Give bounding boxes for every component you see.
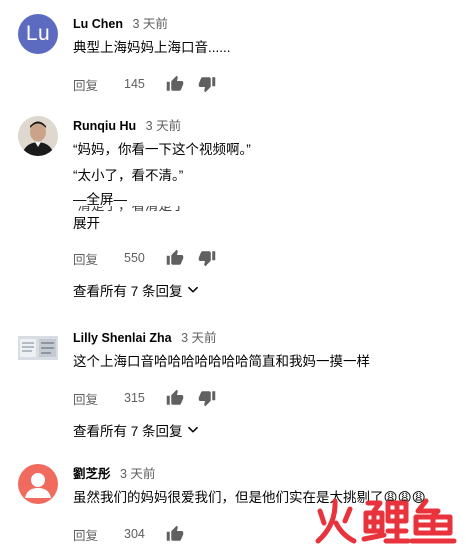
thumbs-up-icon[interactable] <box>166 525 184 543</box>
thumbs-down-icon[interactable] <box>198 75 216 93</box>
comment-time[interactable]: 3 天前 <box>146 119 181 133</box>
thumbs-up-icon[interactable] <box>166 249 184 267</box>
default-user-icon <box>25 473 51 498</box>
comment-time[interactable]: 3 天前 <box>181 331 216 345</box>
thumbs-down-icon[interactable] <box>198 389 216 407</box>
view-replies-label: 查看所有 7 条回复 <box>73 284 183 299</box>
expand-button[interactable]: 展开 <box>73 214 456 234</box>
comment-body: Lu Chen 3 天前 典型上海妈妈上海口音...... 回复 145 <box>73 16 456 94</box>
fire-carp-logo-icon <box>315 498 457 544</box>
comment-body: Lilly Shenlai Zha 3 天前 这个上海口音哈哈哈哈哈哈哈简直和我… <box>73 330 456 440</box>
comment-author[interactable]: 劉芝彤 <box>73 467 111 481</box>
comment-actions: 回复 550 <box>73 248 456 268</box>
comment-actions: 回复 145 <box>73 74 456 94</box>
newspaper-image-icon <box>18 336 58 360</box>
avatar-letter: Lu <box>25 22 51 45</box>
reply-button[interactable]: 回复 <box>73 525 98 544</box>
reply-button[interactable]: 回复 <box>73 389 98 408</box>
avatar[interactable] <box>18 464 58 504</box>
view-replies-label: 查看所有 7 条回复 <box>73 424 183 439</box>
like-count: 145 <box>124 77 145 91</box>
view-replies-button[interactable]: 查看所有 7 条回复 <box>73 420 456 440</box>
avatar[interactable]: Lu <box>18 14 58 54</box>
reply-button[interactable]: 回复 <box>73 249 98 268</box>
comment-author[interactable]: Lilly Shenlai Zha <box>73 331 172 345</box>
comment-time[interactable]: 3 天前 <box>132 17 167 31</box>
clipped-text: “清楚了，看清楚了” <box>73 206 456 214</box>
avatar[interactable] <box>18 116 58 156</box>
comment-text: 典型上海妈妈上海口音...... <box>73 40 231 55</box>
avatar[interactable] <box>18 336 58 360</box>
thumbs-down-icon[interactable] <box>198 249 216 267</box>
reply-button[interactable]: 回复 <box>73 75 98 94</box>
person-photo-icon <box>18 116 58 156</box>
comment-author[interactable]: Lu Chen <box>73 17 123 31</box>
like-count: 550 <box>124 251 145 265</box>
comment-line: “太小了，看不清。” <box>73 168 184 183</box>
chevron-down-icon <box>187 286 198 293</box>
chevron-down-icon <box>187 426 198 433</box>
comment-author[interactable]: Runqiu Hu <box>73 119 136 133</box>
comment-time[interactable]: 3 天前 <box>120 467 155 481</box>
comment-line: “妈妈，你看一下这个视频啊。” <box>73 142 251 157</box>
thumbs-up-icon[interactable] <box>166 75 184 93</box>
like-count: 315 <box>124 391 145 405</box>
comment-actions: 回复 315 <box>73 388 456 408</box>
comment-text: “妈妈，你看一下这个视频啊。” “太小了，看不清。” —全屏— <box>73 140 456 210</box>
comment-body: Runqiu Hu 3 天前 “妈妈，你看一下这个视频啊。” “太小了，看不清。… <box>73 118 456 300</box>
comment-text: 这个上海口音哈哈哈哈哈哈哈简直和我妈一摸一样 <box>73 354 370 369</box>
view-replies-button[interactable]: 查看所有 7 条回复 <box>73 280 456 300</box>
watermark-logo <box>310 493 460 547</box>
like-count: 304 <box>124 527 145 541</box>
thumbs-up-icon[interactable] <box>166 389 184 407</box>
